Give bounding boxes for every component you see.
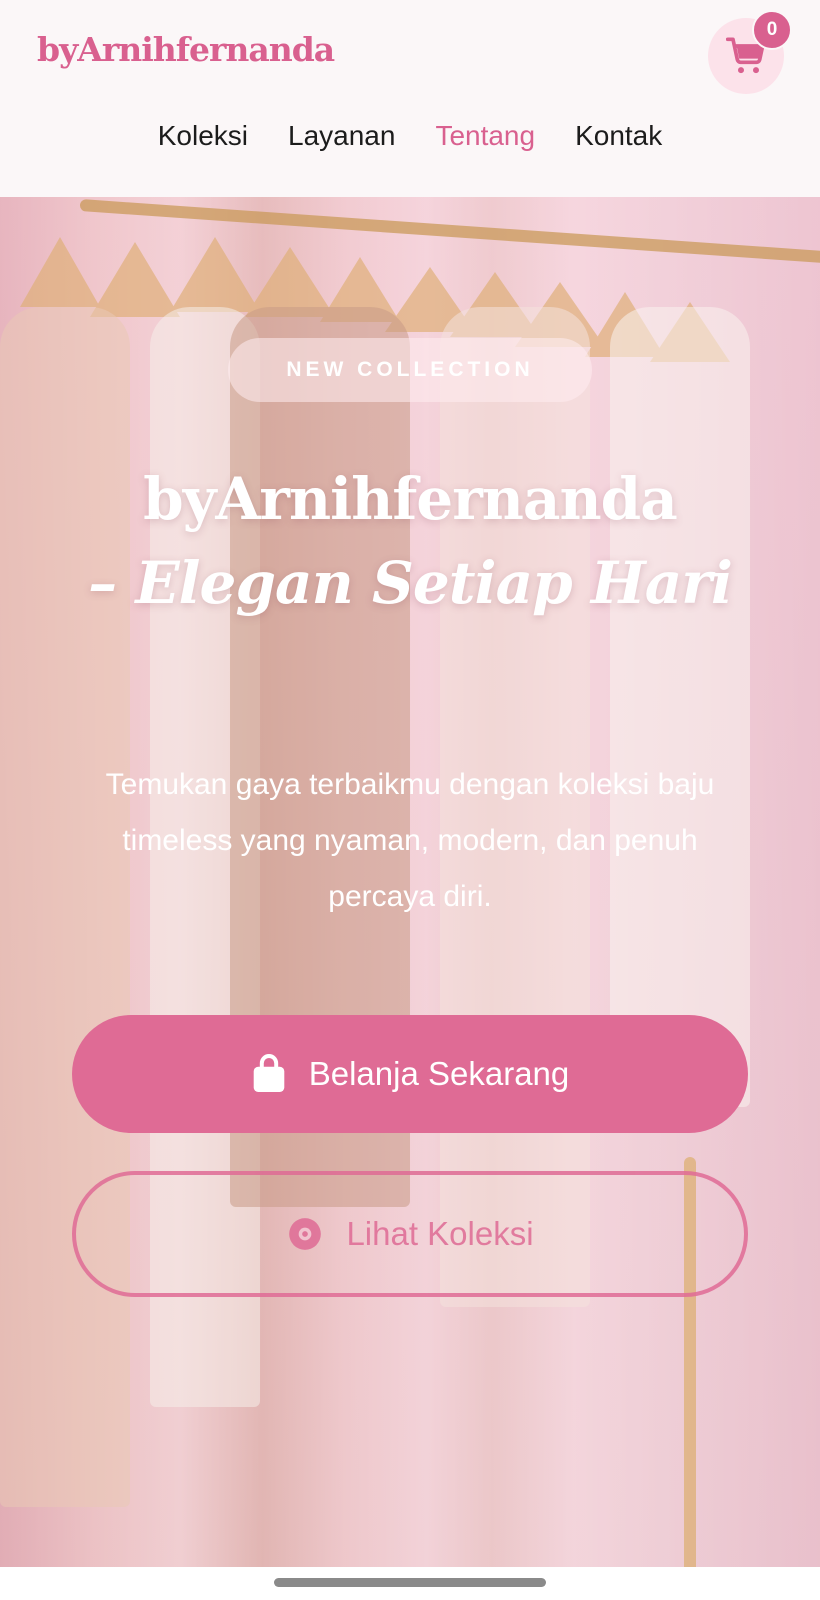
brand-logo[interactable]: byArnihfernanda xyxy=(37,30,335,69)
cart-count-badge: 0 xyxy=(752,10,792,50)
nav-item-layanan[interactable]: Layanan xyxy=(288,120,395,162)
nav-item-koleksi[interactable]: Koleksi xyxy=(158,120,248,162)
garment-image xyxy=(610,307,750,1107)
shop-now-button[interactable]: Belanja Sekarang xyxy=(72,1015,748,1133)
site-header: byArnihfernanda 0 Koleksi Layanan Tentan… xyxy=(0,0,820,197)
nav-item-kontak[interactable]: Kontak xyxy=(575,120,662,162)
view-collection-button[interactable]: Lihat Koleksi xyxy=(72,1171,748,1297)
shopping-bag-icon xyxy=(253,1054,285,1092)
home-indicator[interactable] xyxy=(274,1578,546,1587)
hero-section: NEW COLLECTION byArnihfernanda – Elegan … xyxy=(0,197,820,1567)
hero-title: byArnihfernanda – Elegan Setiap Hari xyxy=(60,457,760,625)
view-collection-label: Lihat Koleksi xyxy=(346,1215,534,1252)
new-collection-badge: NEW COLLECTION xyxy=(228,338,592,402)
eye-icon xyxy=(289,1218,322,1250)
hero-title-brand: byArnihfernanda xyxy=(143,465,678,533)
main-nav: Koleksi Layanan Tentang Kontak xyxy=(0,120,820,162)
hero-title-accent: – Elegan Setiap Hari xyxy=(88,549,733,617)
shop-now-label: Belanja Sekarang xyxy=(308,1055,570,1092)
hero-subtitle: Temukan gaya terbaikmu dengan koleksi ba… xyxy=(105,768,715,913)
nav-item-tentang[interactable]: Tentang xyxy=(435,120,535,162)
